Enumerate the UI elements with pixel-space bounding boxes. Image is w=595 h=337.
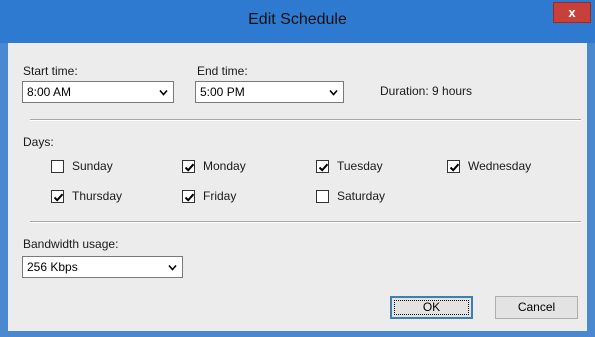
day-label: Thursday — [72, 189, 123, 203]
cancel-button[interactable]: Cancel — [495, 296, 578, 319]
checkmark-icon — [184, 193, 195, 202]
day-label: Monday — [203, 159, 246, 173]
edit-schedule-dialog: Edit Schedule x Start time: 8:00 AM End … — [0, 0, 595, 337]
title-bar[interactable]: Edit Schedule x — [0, 0, 595, 43]
checkbox[interactable] — [316, 160, 329, 173]
checkbox[interactable] — [182, 160, 195, 173]
checkbox[interactable] — [447, 160, 460, 173]
day-label: Wednesday — [468, 159, 532, 173]
day-label: Saturday — [337, 189, 386, 203]
separator — [30, 221, 581, 223]
checkmark-icon — [184, 163, 195, 172]
end-time-label: End time: — [197, 64, 248, 78]
bandwidth-value: 256 Kbps — [27, 260, 78, 274]
checkbox[interactable] — [51, 160, 64, 173]
end-time-value: 5:00 PM — [200, 85, 245, 99]
checkbox[interactable] — [316, 190, 329, 203]
start-time-label: Start time: — [23, 64, 78, 78]
checkmark-icon — [53, 193, 64, 202]
close-button[interactable]: x — [553, 2, 591, 23]
day-label: Friday — [203, 189, 237, 203]
close-icon: x — [568, 5, 576, 20]
dialog-title: Edit Schedule — [248, 11, 347, 28]
separator — [30, 119, 581, 121]
bandwidth-select[interactable]: 256 Kbps — [22, 256, 183, 278]
chevron-down-icon — [168, 264, 177, 271]
dialog-body: Start time: 8:00 AM End time: 5:00 PM Du… — [8, 43, 587, 331]
bandwidth-label: Bandwidth usage: — [23, 237, 119, 251]
checkbox[interactable] — [51, 190, 64, 203]
day-label: Tuesday — [337, 159, 383, 173]
checkbox[interactable] — [182, 190, 195, 203]
day-label: Sunday — [72, 159, 113, 173]
cancel-button-label: Cancel — [517, 300, 556, 314]
days-label: Days: — [23, 135, 54, 149]
chevron-down-icon — [159, 89, 168, 96]
duration-text: Duration: 9 hours — [380, 84, 473, 98]
start-time-select[interactable]: 8:00 AM — [22, 81, 174, 103]
chevron-down-icon — [329, 89, 338, 96]
checkmark-icon — [449, 163, 460, 172]
focus-rectangle — [394, 300, 469, 315]
ok-button[interactable]: OK — [390, 296, 473, 319]
end-time-select[interactable]: 5:00 PM — [195, 81, 344, 103]
checkmark-icon — [318, 163, 329, 172]
start-time-value: 8:00 AM — [27, 85, 72, 99]
